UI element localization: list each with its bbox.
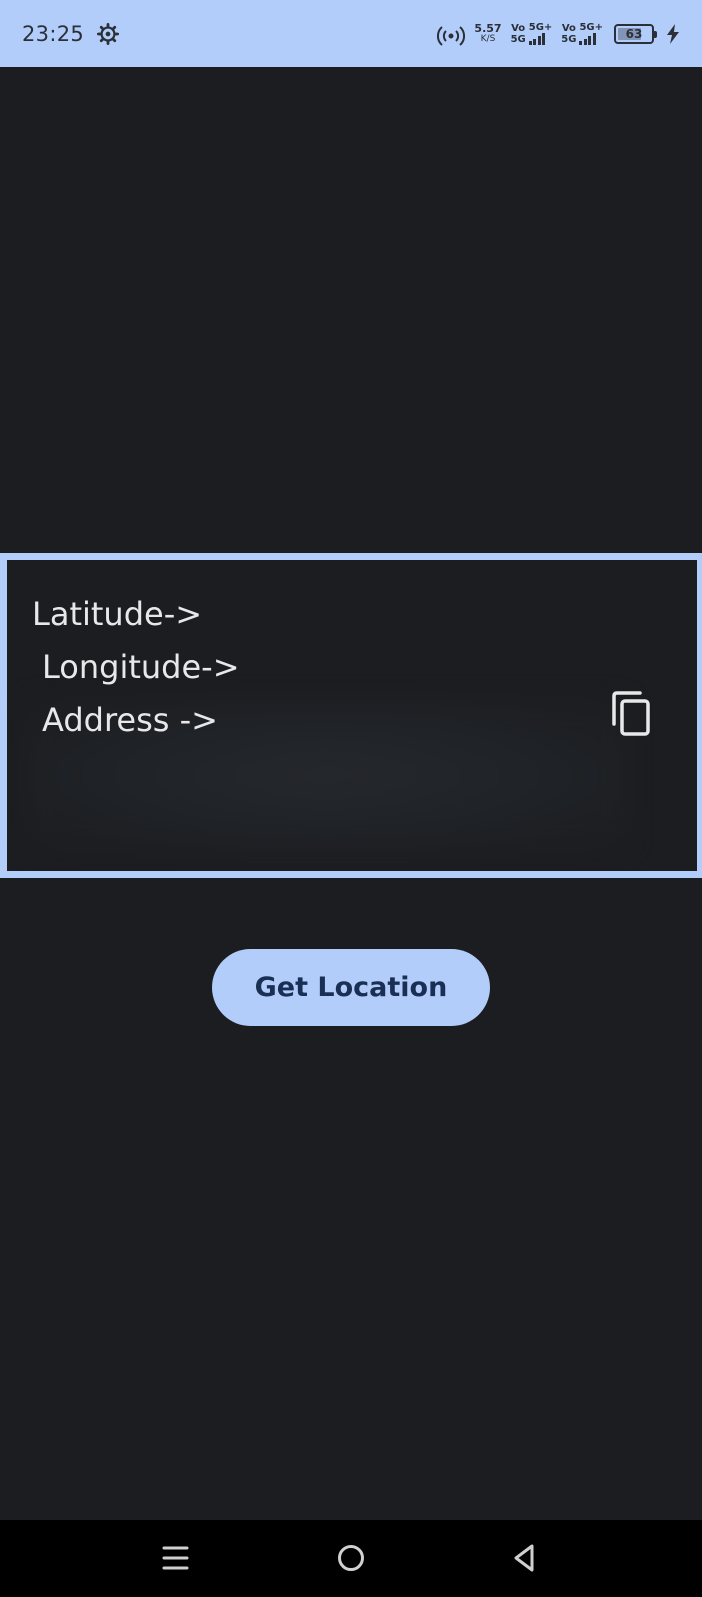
sim1-vo: Vo [511,22,526,34]
navigation-bar [0,1520,702,1597]
sim1-vo-sub: 5G [510,33,526,45]
longitude-label: Longitude-> [42,648,240,686]
sim1-signal: Vo 5G 5G+ [510,21,553,45]
hotspot-icon [437,25,466,46]
sim2-vo-sub: 5G [561,33,577,45]
copy-icon[interactable] [610,690,654,738]
network-speed-value: 5.57 [474,21,502,35]
address-label: Address -> [42,701,218,739]
network-speed: 5.57 K/S [474,23,501,45]
get-location-button[interactable]: Get Location [212,949,490,1026]
sim2-signal: Vo 5G 5G+ [561,21,603,45]
signal-bars-icon [528,32,553,45]
menu-icon[interactable] [156,1538,196,1578]
network-speed-unit: K/S [480,33,496,44]
sim2-vo: Vo [561,22,576,34]
sim1-network-type: 5G+ [528,21,553,33]
location-card: Latitude-> Longitude-> Address -> [0,553,702,878]
battery-icon: 63 [614,23,657,44]
status-bar: 23:25 5.57 K/S Vo 5G 5G+ Vo 5G 5G+ 63 [0,0,702,67]
back-icon[interactable] [505,1538,545,1578]
location-text: Latitude-> Longitude-> Address -> [32,588,240,747]
bolt-icon [667,23,679,44]
battery-level: 63 [625,26,643,41]
signal-bars-icon [579,32,603,45]
latitude-label: Latitude-> [32,595,203,633]
home-icon[interactable] [331,1538,371,1578]
status-time: 23:25 [22,21,85,46]
gear-icon [97,22,120,45]
sim2-network-type: 5G+ [579,21,603,33]
